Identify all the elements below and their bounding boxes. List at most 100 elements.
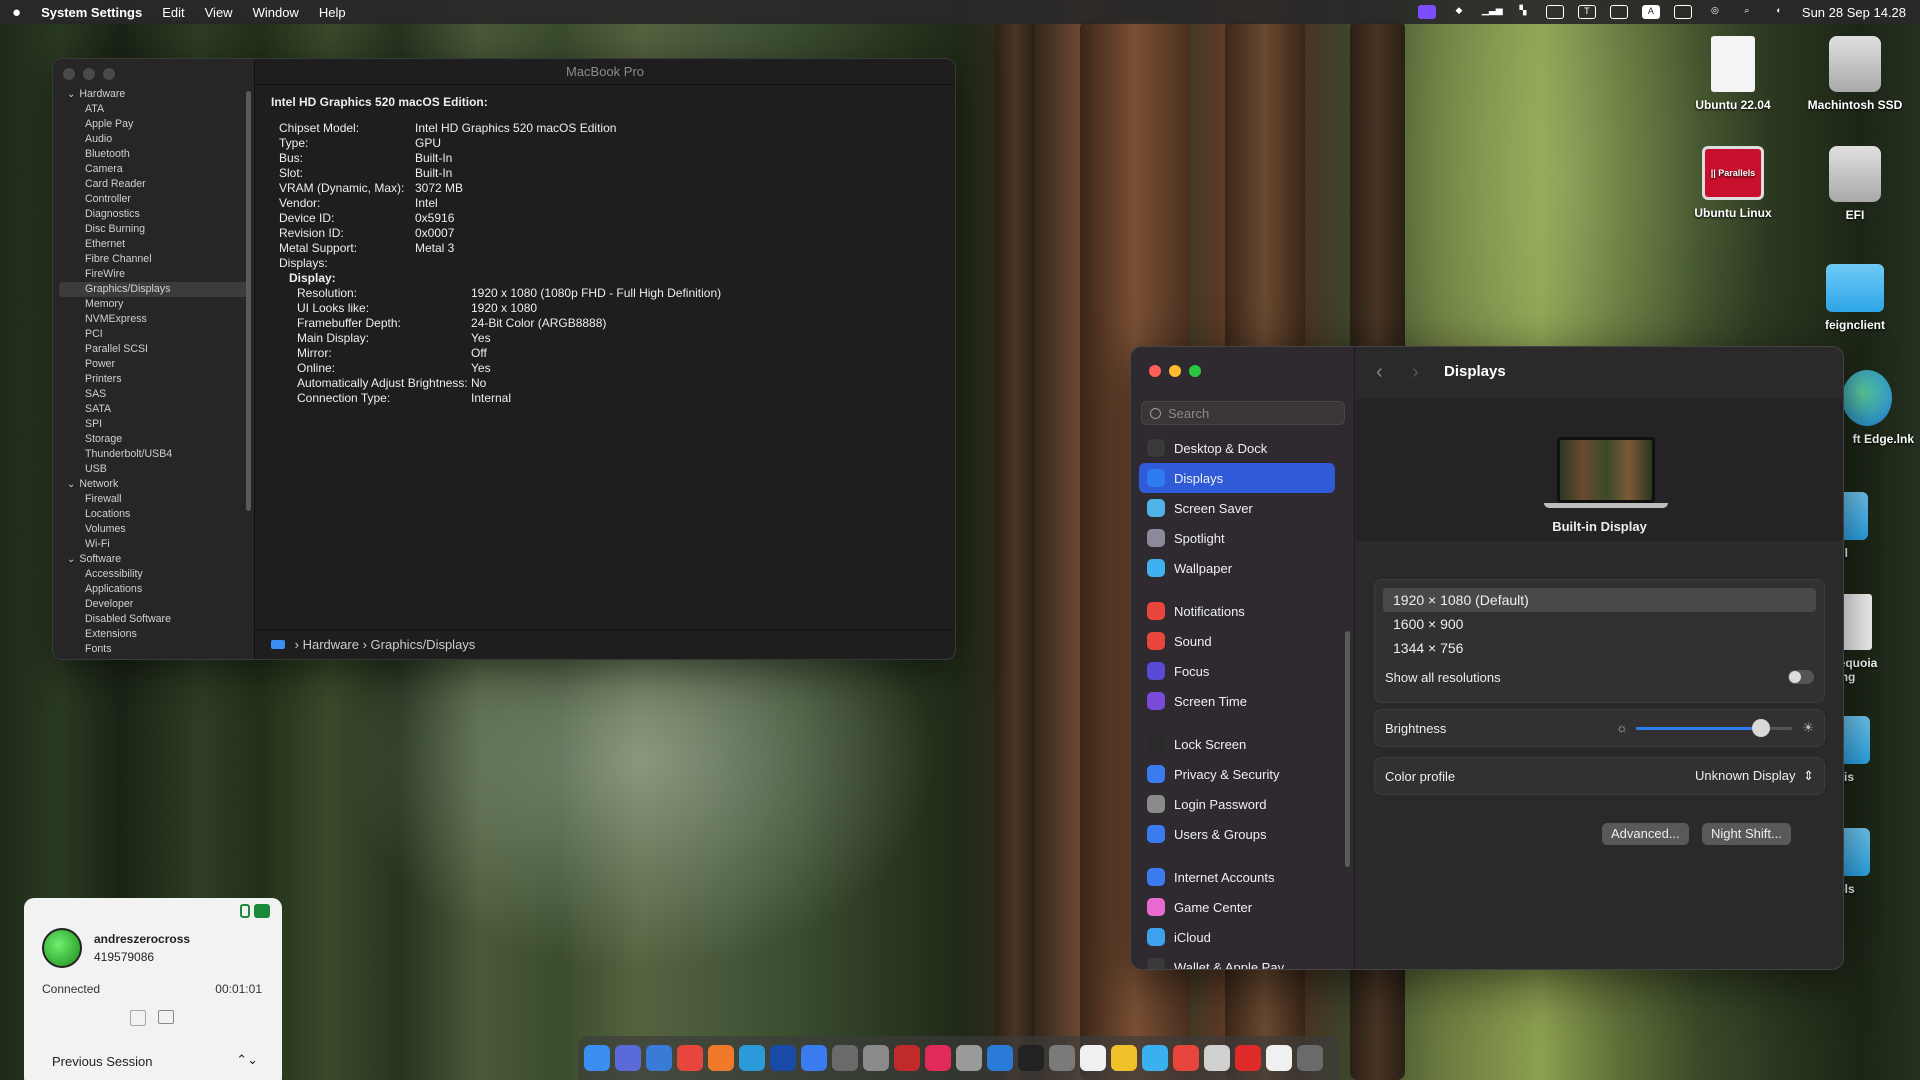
tree-item[interactable]: Parallel SCSI	[59, 342, 249, 357]
desktop-icon-ubuntu-2204[interactable]: Ubuntu 22.04	[1678, 36, 1788, 112]
dock-app-icon[interactable]	[646, 1045, 672, 1071]
tree-item[interactable]: Controller	[59, 192, 249, 207]
dock-app-icon[interactable]	[1297, 1045, 1323, 1071]
tree-item[interactable]: SAS	[59, 387, 249, 402]
tree-group[interactable]: Network	[59, 477, 249, 492]
forward-button[interactable]: ›	[1412, 361, 1419, 384]
tree-item[interactable]: Fibre Channel	[59, 252, 249, 267]
sidebar-item[interactable]: Notifications	[1139, 596, 1335, 626]
dock-app-icon[interactable]	[1266, 1045, 1292, 1071]
tree-item[interactable]: Wi-Fi	[59, 537, 249, 552]
tree-item[interactable]: Diagnostics	[59, 207, 249, 222]
brightness-slider[interactable]: ☼ ☀	[1614, 718, 1814, 738]
dock-app-icon[interactable]	[1235, 1045, 1261, 1071]
resolution-option[interactable]: 1920 × 1080 (Default)	[1383, 588, 1816, 612]
message-icon[interactable]	[158, 1010, 174, 1024]
input-source-icon[interactable]: A	[1641, 5, 1660, 19]
menu-app-name[interactable]: System Settings	[41, 5, 142, 20]
wifi-icon[interactable]: ◎	[1706, 5, 1724, 19]
tree-item[interactable]: Disc Burning	[59, 222, 249, 237]
tree-item[interactable]: Thunderbolt/USB4	[59, 447, 249, 462]
battery-icon[interactable]	[1673, 5, 1692, 19]
resolution-option[interactable]: 1600 × 900	[1383, 612, 1816, 636]
breadcrumb-graphics[interactable]: Graphics/Displays	[371, 637, 476, 652]
tree-item[interactable]: Audio	[59, 132, 249, 147]
dock-app-icon[interactable]	[584, 1045, 610, 1071]
dock-app-icon[interactable]	[1142, 1045, 1168, 1071]
breadcrumb-hardware[interactable]: Hardware	[303, 637, 359, 652]
search-input[interactable]: Search	[1141, 401, 1345, 425]
tree-item[interactable]: Graphics/Displays	[59, 282, 249, 297]
desktop-icon-efi[interactable]: EFI	[1800, 146, 1910, 222]
dock-app-icon[interactable]	[615, 1045, 641, 1071]
sidebar-item[interactable]: Screen Saver	[1139, 493, 1335, 523]
tree-item[interactable]: SATA	[59, 402, 249, 417]
menu-view[interactable]: View	[205, 5, 233, 20]
tree-item[interactable]: Bluetooth	[59, 147, 249, 162]
sidebar-item[interactable]: Screen Time	[1139, 686, 1335, 716]
tree-item[interactable]: Apple Pay	[59, 117, 249, 132]
sidebar-item[interactable]: Wallet & Apple Pay	[1139, 952, 1335, 969]
close-button[interactable]	[63, 68, 75, 80]
sidebar-item[interactable]: Privacy & Security	[1139, 759, 1335, 789]
close-button[interactable]	[1149, 365, 1161, 377]
tree-item[interactable]: Applications	[59, 582, 249, 597]
lock-icon[interactable]	[240, 904, 250, 918]
tree-item[interactable]: Accessibility	[59, 567, 249, 582]
text-icon[interactable]: T	[1577, 5, 1596, 19]
dock-app-icon[interactable]	[770, 1045, 796, 1071]
desktop-icon-ubuntu-linux[interactable]: || Parallels Ubuntu Linux	[1678, 146, 1788, 220]
night-shift-button[interactable]: Night Shift...	[1702, 823, 1791, 845]
desktop-icon-feignclient[interactable]: feignclient	[1800, 264, 1910, 332]
minimize-button[interactable]	[83, 68, 95, 80]
dock-app-icon[interactable]	[677, 1045, 703, 1071]
tree-group[interactable]: Hardware	[59, 87, 249, 102]
color-profile-select[interactable]: Unknown Display ⇕	[1695, 768, 1814, 784]
tree-item[interactable]: Locations	[59, 507, 249, 522]
dock-app-icon[interactable]	[708, 1045, 734, 1071]
advanced-button[interactable]: Advanced...	[1602, 823, 1689, 845]
sidebar-item[interactable]: Sound	[1139, 626, 1335, 656]
sidebar-item[interactable]: Focus	[1139, 656, 1335, 686]
tree-item[interactable]: SPI	[59, 417, 249, 432]
dock-app-icon[interactable]	[1204, 1045, 1230, 1071]
dock-app-icon[interactable]	[801, 1045, 827, 1071]
show-all-toggle[interactable]	[1788, 670, 1814, 684]
dock-app-icon[interactable]	[739, 1045, 765, 1071]
tree-item[interactable]: Card Reader	[59, 177, 249, 192]
sidebar-item[interactable]: Users & Groups	[1139, 819, 1335, 849]
tree-item[interactable]: Volumes	[59, 522, 249, 537]
sidebar-item[interactable]: Spotlight	[1139, 523, 1335, 553]
tree-item[interactable]: Ethernet	[59, 237, 249, 252]
tree-item[interactable]: Printers	[59, 372, 249, 387]
activity-monitor-icon[interactable]: ▁▃▅	[1482, 5, 1503, 19]
menu-edit[interactable]: Edit	[162, 5, 184, 20]
sidebar-item[interactable]: Lock Screen	[1139, 729, 1335, 759]
dock-app-icon[interactable]	[832, 1045, 858, 1071]
sidebar-scrollbar[interactable]	[246, 91, 251, 511]
sidebar-item[interactable]: Displays	[1139, 463, 1335, 493]
tree-item[interactable]: NVMExpress	[59, 312, 249, 327]
tree-group[interactable]: Software	[59, 552, 249, 567]
desktop-icon-macintosh-ssd[interactable]: Machintosh SSD	[1800, 36, 1910, 112]
dock-app-icon[interactable]	[1018, 1045, 1044, 1071]
sidebar-item[interactable]: iCloud	[1139, 922, 1335, 952]
tree-item[interactable]: Disabled Software	[59, 612, 249, 627]
keyboard-icon[interactable]	[1609, 5, 1628, 19]
search-icon[interactable]: ⌕	[1738, 5, 1756, 19]
tree-item[interactable]: Storage	[59, 432, 249, 447]
status-icon[interactable]: ◆	[1450, 5, 1468, 19]
tree-item[interactable]: Power	[59, 357, 249, 372]
tree-item[interactable]: USB	[59, 462, 249, 477]
tree-item[interactable]: Firewall	[59, 492, 249, 507]
menu-help[interactable]: Help	[319, 5, 346, 20]
resolution-option[interactable]: 1344 × 756	[1383, 636, 1816, 660]
tree-item[interactable]: Fonts	[59, 642, 249, 657]
previous-session-select[interactable]: Previous Session	[52, 1054, 152, 1069]
tree-item[interactable]: FireWire	[59, 267, 249, 282]
dock-app-icon[interactable]	[956, 1045, 982, 1071]
tree-item[interactable]: Developer	[59, 597, 249, 612]
tree-item[interactable]: ATA	[59, 102, 249, 117]
control-center-icon[interactable]: ◐	[1770, 5, 1788, 19]
dock-app-icon[interactable]	[1111, 1045, 1137, 1071]
